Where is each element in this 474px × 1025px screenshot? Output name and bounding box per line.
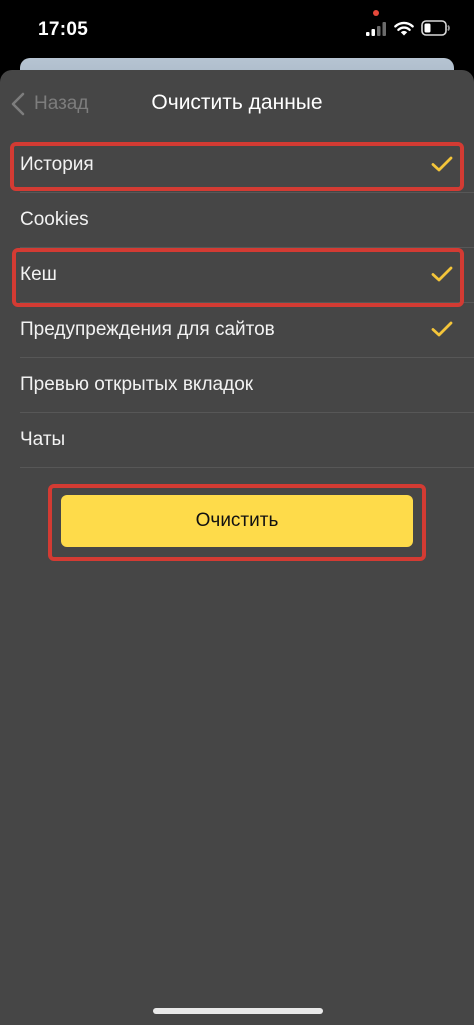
option-cache[interactable]: Кеш bbox=[0, 248, 474, 303]
option-history[interactable]: История bbox=[0, 138, 474, 193]
signal-icon bbox=[366, 22, 386, 36]
status-time: 17:05 bbox=[38, 19, 89, 40]
option-label: Превью открытых вкладок bbox=[20, 374, 254, 395]
home-indicator bbox=[153, 1008, 323, 1014]
checkmark-icon bbox=[431, 321, 453, 337]
checkmark-icon bbox=[431, 266, 453, 282]
row-divider bbox=[20, 467, 474, 468]
battery-icon bbox=[421, 20, 450, 36]
option-label: История bbox=[20, 154, 94, 175]
clear-button[interactable]: Очистить bbox=[61, 495, 413, 547]
option-label: Кеш bbox=[20, 264, 57, 285]
recording-indicator-dot bbox=[373, 10, 379, 16]
option-label: Чаты bbox=[20, 429, 66, 450]
checkmark-icon bbox=[431, 156, 453, 172]
phone-screen: 17:05 Назад Очистить данные История Cook… bbox=[0, 0, 474, 1025]
option-site-warnings[interactable]: Предупреждения для сайтов bbox=[0, 303, 474, 358]
option-label: Cookies bbox=[20, 209, 89, 230]
options-list: История Cookies Кеш Предупреждения для с… bbox=[0, 138, 474, 468]
navigation-bar: Назад Очистить данные bbox=[0, 70, 474, 136]
wifi-icon bbox=[394, 21, 414, 36]
clear-data-sheet: Назад Очистить данные История Cookies Ке… bbox=[0, 70, 474, 1025]
option-cookies[interactable]: Cookies bbox=[0, 193, 474, 248]
page-title: Очистить данные bbox=[151, 91, 323, 114]
status-bar: 17:05 bbox=[0, 0, 474, 56]
option-chats[interactable]: Чаты bbox=[0, 413, 474, 468]
option-label: Предупреждения для сайтов bbox=[20, 319, 275, 340]
option-tab-previews[interactable]: Превью открытых вкладок bbox=[0, 358, 474, 413]
